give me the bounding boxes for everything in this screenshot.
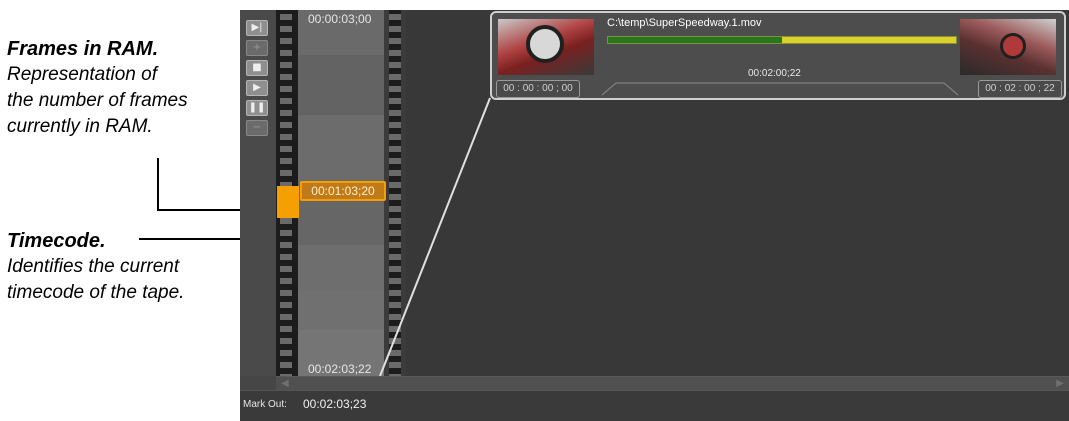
scroll-right-icon[interactable]: ▶: [1053, 377, 1067, 391]
timecode-line: Identifies the current: [7, 256, 180, 277]
horizontal-scrollbar[interactable]: ◀ ▶: [276, 376, 1069, 391]
clip-card[interactable]: C:\temp\SuperSpeedway.1.mov 00:02:00;22 …: [490, 11, 1066, 100]
frames-in-ram-line: Representation of: [7, 64, 157, 85]
clip-in-timecode[interactable]: 00 : 00 : 00 ; 00: [496, 80, 580, 98]
frames-in-ram-line: currently in RAM.: [7, 116, 153, 137]
tape-viewer-panel: ▶| + ■ ▶ ❚❚ − 00:00:03;00 00:02:03;22 00…: [240, 10, 1069, 421]
mark-out-label: Mark Out:: [243, 399, 287, 410]
frames-leader-vertical: [157, 158, 159, 210]
clip-out-timecode[interactable]: 00 : 02 : 00 ; 22: [978, 80, 1062, 98]
clip-duration: 00:02:00;22: [748, 68, 801, 79]
status-bar: Mark Out: 00:02:03;23: [240, 390, 1069, 421]
frames-in-ram-line: the number of frames: [7, 90, 188, 111]
timecode-line: timecode of the tape.: [7, 282, 185, 303]
clip-last-frame-thumbnail: [960, 19, 1056, 75]
frames-in-ram-heading: Frames in RAM.: [7, 38, 159, 60]
scroll-left-icon[interactable]: ◀: [278, 377, 292, 391]
mark-out-value: 00:02:03;23: [303, 397, 367, 411]
timecode-heading: Timecode.: [7, 230, 106, 252]
frames-in-ram-annotation: Frames in RAM. Representation of the num…: [7, 36, 188, 140]
